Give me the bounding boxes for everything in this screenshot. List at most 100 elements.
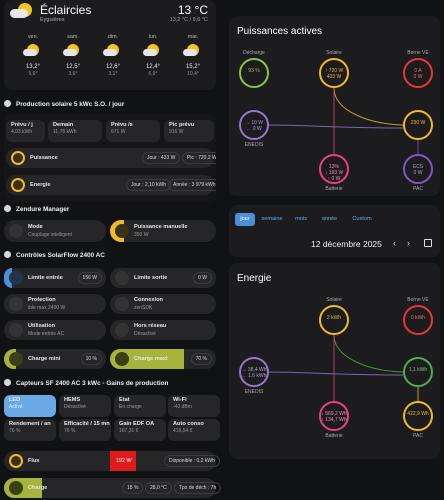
sensor-tile[interactable]: LED Activé — [4, 395, 56, 417]
weather-temperature: 13 °C — [177, 3, 208, 17]
sensor-tile-label: Auto conso — [173, 421, 204, 427]
next-date-icon[interactable]: › — [407, 238, 410, 248]
utilisation-select[interactable]: Utilisation Mode entrée AC — [4, 320, 106, 340]
forecast-high: 13,2° — [25, 64, 41, 70]
pac-node[interactable]: ECS 0 W — [403, 154, 433, 184]
e-batterie-node-values: ↓ 569,2 Wh ↑ 134,7 Wh — [321, 411, 347, 423]
e-solaire-node-label: Solaire — [326, 297, 342, 303]
solar-energy-icon — [11, 178, 25, 192]
puissance-label: Puissance — [30, 155, 58, 161]
charge-maxi-slider[interactable]: Charge maxi 70 % — [110, 349, 216, 369]
sensor-tile-value: En charge — [119, 404, 142, 410]
sensor-tile[interactable]: Efficacité / 15 mn 76 % — [59, 419, 111, 441]
prod-tile-value: 11,76 kWh — [53, 129, 77, 135]
connexion-select-value: zenSDK — [134, 305, 153, 311]
limite-entree-slider[interactable]: Limite entrée 156 W — [4, 268, 106, 288]
mode-select[interactable]: Mode Couplage intelligent — [4, 220, 106, 242]
sensor-tile[interactable]: Gain EDF OA 167,31 € — [114, 419, 166, 441]
sensor-tile[interactable]: Rendement / an 76 % — [4, 419, 56, 441]
forecast-day: lun. 12,4° 6,9° — [138, 34, 168, 77]
e-pac-node[interactable]: 422,9 Wh — [403, 401, 433, 431]
flux-bar-value: 192 W — [116, 458, 132, 464]
prod-tile[interactable]: Prévu /s 671 W — [106, 120, 160, 142]
puissance-manuelle-slider[interactable]: Puissance manuelle 350 W — [110, 220, 216, 242]
production-header: Production solaire 5 kWc S.O. / jour — [4, 100, 124, 108]
prod-tile[interactable]: Demain 11,76 kWh — [48, 120, 102, 142]
list-icon — [9, 224, 23, 238]
batterie-node-value: ↑ 0 W — [327, 176, 341, 182]
forecast-day: ven. 13,2° 9,6° — [18, 34, 48, 77]
decharge-node[interactable]: 93 % — [239, 58, 269, 88]
connexion-select[interactable]: Connexion zenSDK — [110, 294, 216, 314]
enedis-node-value: ← 0 W — [246, 126, 262, 132]
limite-sortie-slider[interactable]: Limite sortie 0 W — [110, 268, 216, 288]
enedis-node[interactable]: → 10 W ← 0 W — [239, 110, 269, 140]
sensor-tile-label: Etat — [119, 397, 130, 403]
sensor-tile[interactable]: Wi-Fi -43 dBm — [168, 395, 220, 417]
tab-1[interactable]: semaine — [257, 213, 287, 226]
home-node[interactable]: 230 W — [403, 110, 433, 140]
forecast-low: 3,1° — [108, 71, 118, 77]
solaire-node[interactable]: ↑ 720 W 433 W — [319, 58, 349, 88]
puissance-manuelle-label: Puissance manuelle — [134, 224, 188, 230]
limite-entree-slider-label: Limite entrée — [28, 275, 63, 281]
prod-tile[interactable]: Pic prévu 916 W — [164, 120, 214, 142]
connexion-select-label: Connexion — [134, 297, 163, 303]
sensor-tile[interactable]: Etat En charge — [114, 395, 166, 417]
e-home-node[interactable]: 1,1 kWh — [403, 357, 433, 387]
limite-sortie-slider-label: Limite sortie — [134, 275, 168, 281]
power-flow-card: Puissances actives 93 % Décharge ↑ 720 W4… — [229, 16, 440, 196]
utilisation-select-value: Mode entrée AC — [28, 331, 65, 337]
weather-range: 13,2 °C / 9,6 °C — [169, 17, 208, 23]
batterie-node[interactable]: 13% ↓ 193 W ↑ 0 W — [319, 154, 349, 184]
hors-reseau-select[interactable]: Hors réseau Désactivé — [110, 320, 216, 340]
tab-4[interactable]: Custom — [346, 213, 378, 226]
weather-condition: Éclaircies — [40, 3, 92, 17]
e-borne-node-values: 0 kWh — [405, 315, 431, 321]
sensor-tile[interactable]: Auto conso 419,54 € — [168, 419, 220, 441]
e-batterie-node-value: ↑ 134,7 Wh — [321, 417, 347, 423]
mode-label: Mode — [28, 224, 43, 230]
sensor-tile-value: 419,54 € — [173, 428, 193, 434]
charge-maxi-slider-icon — [115, 352, 129, 366]
energie-row[interactable]: Energie Jour : 2,10 kWh Année : 3 979 kW… — [6, 175, 216, 195]
charge-maxi-slider-label: Charge maxi — [134, 356, 168, 362]
forecast-low: 9,6° — [28, 71, 38, 77]
charge-row[interactable]: Charge 18 % 28,0 °C Tps de déch : 7h — [4, 478, 222, 498]
calendar-icon[interactable] — [424, 239, 432, 247]
utilisation-select-label: Utilisation — [28, 323, 56, 329]
e-pac-node-value: 422,9 Wh — [407, 411, 429, 417]
tab-3[interactable]: année — [315, 213, 344, 226]
tab-2[interactable]: mois — [289, 213, 313, 226]
prod-tile-value: 916 W — [169, 129, 184, 135]
home-node-value: 230 W — [410, 120, 426, 126]
batterie-node-values: 13% ↓ 193 W ↑ 0 W — [321, 164, 347, 182]
e-batterie-node[interactable]: ↓ 569,2 Wh ↑ 134,7 Wh — [319, 401, 349, 431]
prod-tile[interactable]: Prévu / j 4,03 kWh — [6, 120, 45, 142]
prev-date-icon[interactable]: ‹ — [393, 238, 396, 248]
prod-tile-label: Pic prévu — [169, 122, 195, 128]
e-solaire-node[interactable]: 2 kWh — [319, 305, 349, 335]
sun-cloud-icon — [10, 3, 34, 19]
energie-annee-chip: Année : 3 979 kWh — [168, 179, 216, 191]
forecast-day-name: ven. — [27, 34, 39, 40]
protection-select[interactable]: Protection ible max 2400 W — [4, 294, 106, 314]
energy-flow-card: Energie 2 kWh Solaire 0 kWh Borne VE → 38,… — [229, 263, 440, 459]
energie-label: Energie — [30, 182, 51, 188]
prod-tile-label: Demain — [53, 122, 74, 128]
puissance-manuelle-value: 350 W — [134, 232, 149, 238]
charge-pct-chip: 18 % — [122, 482, 144, 494]
tab-0[interactable]: jour — [235, 213, 255, 226]
puissance-row[interactable]: Puissance Jour : 433 W Pic : 720,2 W — [6, 148, 216, 168]
e-enedis-node[interactable]: → 38,4 Wh ← 1,6 kWh — [239, 357, 269, 387]
weather-card[interactable]: Éclaircies Eyguières 13 °C 13,2 °C / 9,6… — [4, 0, 216, 90]
charge-mini-slider[interactable]: Charge mini 10 % — [4, 349, 106, 369]
enedis-node-values: → 10 W ← 0 W — [241, 120, 267, 132]
sensor-tile-label: Gain EDF OA — [119, 421, 155, 427]
sensor-tile[interactable]: HEMS Désactivé — [59, 395, 111, 417]
flux-row[interactable]: Flux 192 W Disponible : 0,2 kWh — [4, 451, 220, 471]
limite-entree-slider-icon — [9, 271, 23, 285]
connexion-select-icon — [115, 297, 129, 311]
borne-node[interactable]: 0 A0 W — [403, 58, 433, 88]
e-borne-node[interactable]: 0 kWh — [403, 305, 433, 335]
